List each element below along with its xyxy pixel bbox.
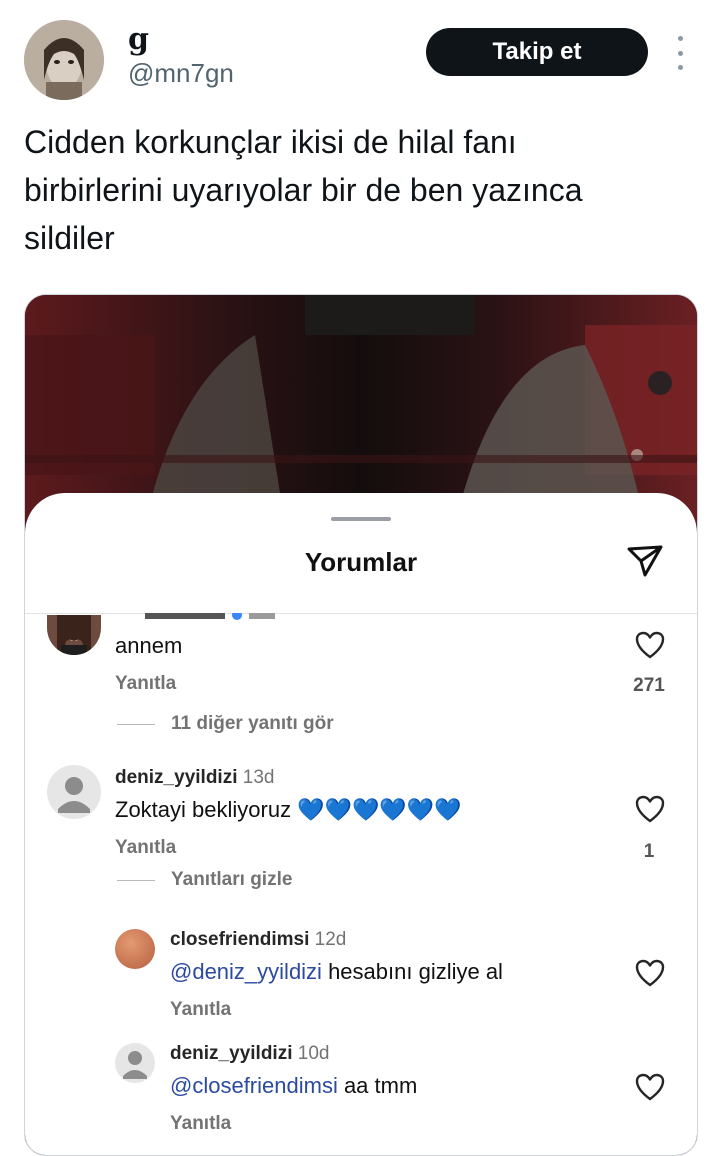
comment-body: hesabını gizliye al	[321, 959, 503, 984]
comment-time: 12d	[314, 929, 347, 950]
default-avatar-icon[interactable]	[115, 1043, 155, 1083]
tweet-text: Cidden korkunçlar ikisi de hilal fanı bi…	[24, 124, 583, 256]
comment-text: Zoktayi bekliyoruz 💙💙💙💙💙💙	[115, 797, 462, 822]
view-replies-label: 11 diğer yanıtı gör	[171, 713, 334, 734]
reply-button[interactable]: Yanıtla	[170, 999, 231, 1021]
more-vertical-icon[interactable]	[672, 36, 688, 70]
heart-outline-icon[interactable]	[635, 795, 665, 823]
cut-off-username	[145, 613, 275, 620]
username-text[interactable]: deniz_yyildizi	[115, 767, 237, 788]
comment-time: 13d	[242, 767, 275, 788]
heart-outline-icon[interactable]	[635, 631, 665, 659]
background-photo	[25, 295, 697, 525]
default-avatar-icon[interactable]	[47, 765, 101, 819]
tweet-media[interactable]: Yorumlar annem Yanıtla 271 11 diğer yanı…	[24, 294, 698, 1156]
comment-username[interactable]: deniz_yyildizi 13d	[115, 767, 274, 789]
sheet-drag-handle[interactable]	[331, 517, 391, 521]
hide-replies-toggle[interactable]: Yanıtları gizle	[117, 869, 292, 891]
hide-replies-label: Yanıtları gizle	[171, 869, 293, 890]
view-replies-toggle[interactable]: 11 diğer yanıtı gör	[117, 713, 334, 735]
reply-button[interactable]: Yanıtla	[115, 673, 176, 695]
author-handle[interactable]: @mn7gn	[128, 58, 234, 89]
comments-sheet: Yorumlar annem Yanıtla 271 11 diğer yanı…	[25, 493, 697, 1155]
comment-text: @closefriendimsi aa tmm	[170, 1073, 417, 1099]
username-text[interactable]: closefriendimsi	[170, 929, 309, 950]
like-count: 271	[633, 675, 665, 696]
mention-link[interactable]: @deniz_yyildizi	[170, 959, 322, 984]
like-count: 1	[643, 841, 655, 862]
reply-button[interactable]: Yanıtla	[115, 837, 176, 859]
comment-text: annem	[115, 633, 183, 658]
comment-username[interactable]: closefriendimsi 12d	[170, 929, 346, 951]
author-avatar[interactable]	[24, 20, 104, 100]
heart-outline-icon[interactable]	[635, 1073, 665, 1101]
thread-line	[117, 723, 155, 725]
reply-button[interactable]: Yanıtla	[170, 1113, 231, 1135]
tweet-header: g @mn7gn Takip et	[0, 0, 720, 110]
comment-body: aa tmm	[337, 1073, 418, 1098]
thread-line	[117, 879, 155, 881]
sheet-divider	[25, 613, 697, 614]
follow-button[interactable]: Takip et	[426, 28, 648, 76]
commenter-avatar[interactable]	[115, 929, 155, 969]
username-text[interactable]: deniz_yyildizi	[170, 1043, 292, 1064]
mention-link[interactable]: @closefriendimsi	[170, 1073, 338, 1098]
comment-text: @deniz_yyildizi hesabını gizliye al	[170, 959, 503, 985]
author-display-name[interactable]: g	[128, 22, 149, 57]
send-paper-plane-icon[interactable]	[625, 541, 665, 581]
sheet-title: Yorumlar	[304, 547, 418, 577]
commenter-avatar[interactable]	[47, 615, 101, 655]
comment-time: 10d	[297, 1043, 330, 1064]
heart-outline-icon[interactable]	[635, 959, 665, 987]
comment-username[interactable]: deniz_yyildizi 10d	[170, 1043, 329, 1065]
